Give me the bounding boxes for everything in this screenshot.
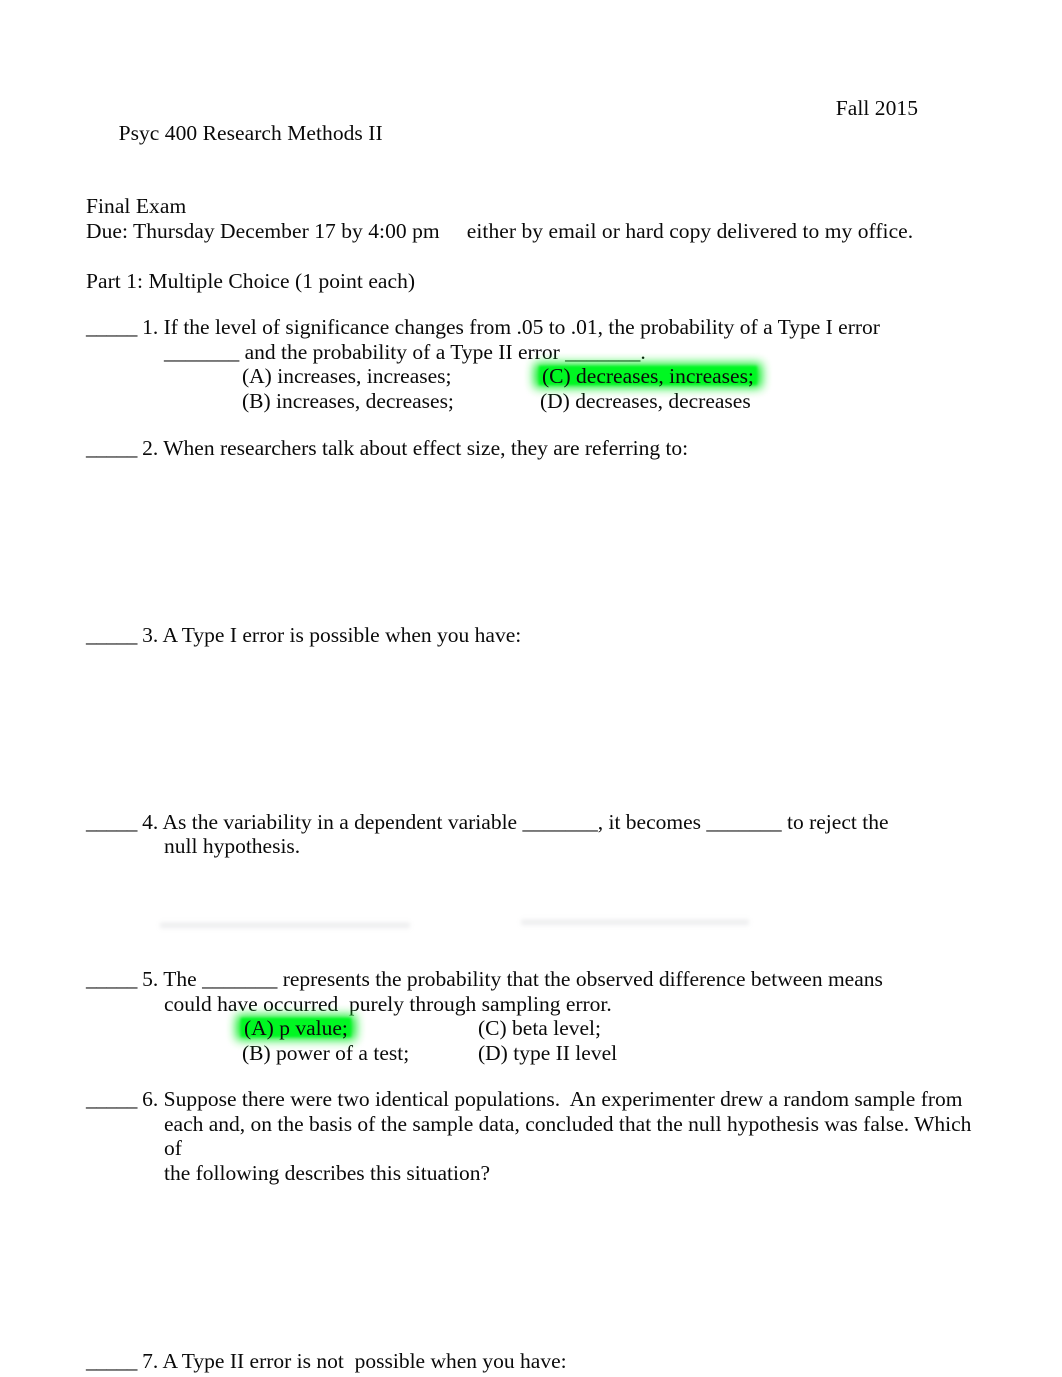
option-1-b[interactable]: (B) increases, decreases; xyxy=(242,389,454,414)
answer-blank[interactable]: _____ xyxy=(86,623,137,647)
answer-space-question-6 xyxy=(86,1186,976,1349)
document-page: Psyc 400 Research Methods II Fall 2015 F… xyxy=(0,0,1062,1377)
question-1-line-1: _____ 1. If the level of significance ch… xyxy=(86,315,976,340)
option-row: (A) p value; (C) beta level; xyxy=(164,1016,976,1041)
question-1-line-2: _______ and the probability of a Type II… xyxy=(86,340,976,365)
due-line: Due: Thursday December 17 by 4:00 pm eit… xyxy=(86,218,914,243)
question-7-text-1: A Type II error is not possible when you… xyxy=(162,1348,567,1373)
answer-space-question-2 xyxy=(86,460,976,623)
question-6-number: 6. xyxy=(142,1087,159,1112)
course-title: Psyc 400 Research Methods II xyxy=(118,120,383,145)
question-6-text-3: the following describes this situation? xyxy=(164,1161,491,1186)
question-1-number: 1. xyxy=(142,315,159,340)
question-2-line-1: _____ 2. When researchers talk about eff… xyxy=(86,436,976,461)
part-heading: Part 1: Multiple Choice (1 point each) xyxy=(86,268,416,293)
option-5-c[interactable]: (C) beta level; xyxy=(478,1016,601,1041)
question-1-options: (A) increases, increases; (C) decreases,… xyxy=(86,364,976,413)
answer-blank[interactable]: _____ xyxy=(86,967,137,991)
question-6-text-2: each and, on the basis of the sample dat… xyxy=(164,1111,977,1161)
option-5-b[interactable]: (B) power of a test; xyxy=(242,1041,409,1066)
answer-blank[interactable]: _____ xyxy=(86,810,137,834)
question-2: _____ 2. When researchers talk about eff… xyxy=(86,436,976,461)
answer-blank[interactable]: _____ xyxy=(86,436,137,460)
question-6: _____ 6. Suppose there were two identica… xyxy=(86,1087,976,1185)
question-1-text-1: If the level of significance changes fro… xyxy=(163,315,880,340)
answer-space-question-3 xyxy=(86,648,976,810)
term-label: Fall 2015 xyxy=(835,96,918,120)
header-course-row: Psyc 400 Research Methods II Fall 2015 xyxy=(86,96,976,194)
option-1-d[interactable]: (D) decreases, decreases xyxy=(540,389,751,414)
question-3-text-1: A Type I error is possible when you have… xyxy=(162,623,522,648)
question-5-line-2: could have occurred purely through sampl… xyxy=(86,992,976,1017)
question-5-text-2: could have occurred purely through sampl… xyxy=(164,991,612,1016)
question-4-text-2: null hypothesis. xyxy=(164,834,301,859)
highlight-green: (A) p value; xyxy=(244,1016,348,1041)
question-6-line-1: _____ 6. Suppose there were two identica… xyxy=(86,1087,976,1112)
question-7: _____ 7. A Type II error is not possible… xyxy=(86,1349,976,1374)
question-2-number: 2. xyxy=(142,435,159,460)
highlight-green: (C) decreases, increases; xyxy=(542,364,754,389)
question-4-line-1: _____ 4. As the variability in a depende… xyxy=(86,810,976,835)
answer-blank[interactable]: _____ xyxy=(86,315,137,339)
question-4: _____ 4. As the variability in a depende… xyxy=(86,810,976,859)
option-5-a[interactable]: (A) p value; xyxy=(242,1016,350,1041)
question-4-number: 4. xyxy=(142,809,159,834)
document-body: Psyc 400 Research Methods II Fall 2015 F… xyxy=(86,96,976,1373)
question-3: _____ 3. A Type I error is possible when… xyxy=(86,623,976,648)
question-5-text-1: The _______ represents the probability t… xyxy=(163,966,883,991)
option-5-d[interactable]: (D) type II level xyxy=(478,1041,617,1066)
answer-blank[interactable]: _____ xyxy=(86,1087,137,1111)
answer-space-question-4 xyxy=(86,859,976,967)
question-6-text-1: Suppose there were two identical populat… xyxy=(163,1087,963,1112)
question-6-line-2: each and, on the basis of the sample dat… xyxy=(86,1112,976,1161)
option-1-a[interactable]: (A) increases, increases; xyxy=(242,364,452,389)
question-5: _____ 5. The _______ represents the prob… xyxy=(86,967,976,1065)
question-5-line-1: _____ 5. The _______ represents the prob… xyxy=(86,967,976,992)
option-row: (B) power of a test; (D) type II level xyxy=(164,1041,976,1066)
question-6-line-3: the following describes this situation? xyxy=(86,1161,976,1186)
question-5-number: 5. xyxy=(142,966,159,991)
option-row: (A) increases, increases; (C) decreases,… xyxy=(164,364,976,389)
exam-title: Final Exam xyxy=(86,194,187,219)
question-3-line-1: _____ 3. A Type I error is possible when… xyxy=(86,623,976,648)
question-5-options: (A) p value; (C) beta level; (B) power o… xyxy=(86,1016,976,1065)
question-1: _____ 1. If the level of significance ch… xyxy=(86,315,976,413)
option-row: (B) increases, decreases; (D) decreases,… xyxy=(164,389,976,414)
question-1-text-2: _______ and the probability of a Type II… xyxy=(164,339,646,364)
answer-blank[interactable]: _____ xyxy=(86,1349,137,1373)
question-7-number: 7. xyxy=(142,1348,159,1373)
question-4-text-1: As the variability in a dependent variab… xyxy=(162,809,889,834)
question-7-line-1: _____ 7. A Type II error is not possible… xyxy=(86,1349,976,1374)
question-2-text-1: When researchers talk about effect size,… xyxy=(163,435,689,460)
question-4-line-2: null hypothesis. xyxy=(86,834,976,859)
option-1-c[interactable]: (C) decreases, increases; xyxy=(540,364,756,389)
question-3-number: 3. xyxy=(142,623,159,648)
